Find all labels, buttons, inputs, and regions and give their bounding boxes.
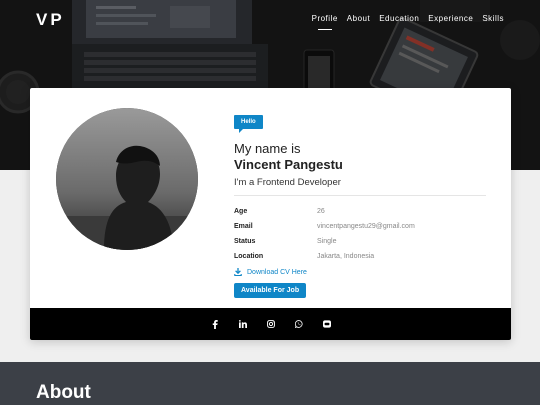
detail-row-location: Location Jakarta, Indonesia — [234, 249, 486, 264]
line-icon[interactable] — [322, 320, 331, 329]
detail-value: Jakarta, Indonesia — [317, 253, 375, 260]
detail-label: Age — [234, 208, 248, 215]
divider — [234, 195, 486, 196]
instagram-icon[interactable] — [266, 320, 275, 329]
detail-row-email: Email vincentpangestu29@gmail.com — [234, 219, 486, 234]
detail-label: Status — [234, 238, 256, 245]
profile-role: I'm a Frontend Developer — [234, 177, 341, 188]
download-cv-label: Download CV Here — [247, 268, 307, 276]
profile-info: Hello My name is Vincent Pangestu I'm a … — [234, 110, 486, 298]
intro-text: My name is — [234, 141, 301, 156]
profile-name: Vincent Pangestu — [234, 157, 343, 172]
nav-item-education[interactable]: Education — [379, 14, 419, 27]
profile-photo — [56, 108, 198, 250]
main-nav: Profile About Education Experience Skill… — [312, 14, 504, 27]
linkedin-icon[interactable] — [238, 320, 247, 329]
nav-item-skills[interactable]: Skills — [482, 14, 504, 27]
detail-value[interactable]: vincentpangestu29@gmail.com — [317, 223, 415, 230]
detail-value: 26 — [317, 208, 325, 215]
detail-row-status: Status Single — [234, 234, 486, 249]
nav-item-profile[interactable]: Profile — [312, 14, 338, 27]
profile-card: Hello My name is Vincent Pangestu I'm a … — [30, 88, 511, 340]
download-cv-link[interactable]: Download CV Here — [234, 265, 486, 279]
download-icon — [234, 268, 242, 276]
nav-item-about[interactable]: About — [347, 14, 370, 27]
about-section: About — [0, 362, 540, 405]
detail-label: Email — [234, 223, 253, 230]
avatar — [56, 108, 198, 250]
available-for-job-button[interactable]: Available For Job — [234, 283, 307, 298]
detail-label: Location — [234, 253, 264, 260]
about-title: About — [36, 382, 91, 403]
detail-value: Single — [317, 238, 337, 245]
facebook-icon[interactable] — [210, 319, 219, 329]
whatsapp-icon[interactable] — [294, 320, 303, 329]
hello-badge: Hello — [234, 115, 263, 133]
detail-row-age: Age 26 — [234, 204, 486, 219]
site-logo[interactable]: VP — [36, 10, 65, 30]
nav-item-experience[interactable]: Experience — [428, 14, 473, 27]
social-bar — [30, 308, 511, 340]
